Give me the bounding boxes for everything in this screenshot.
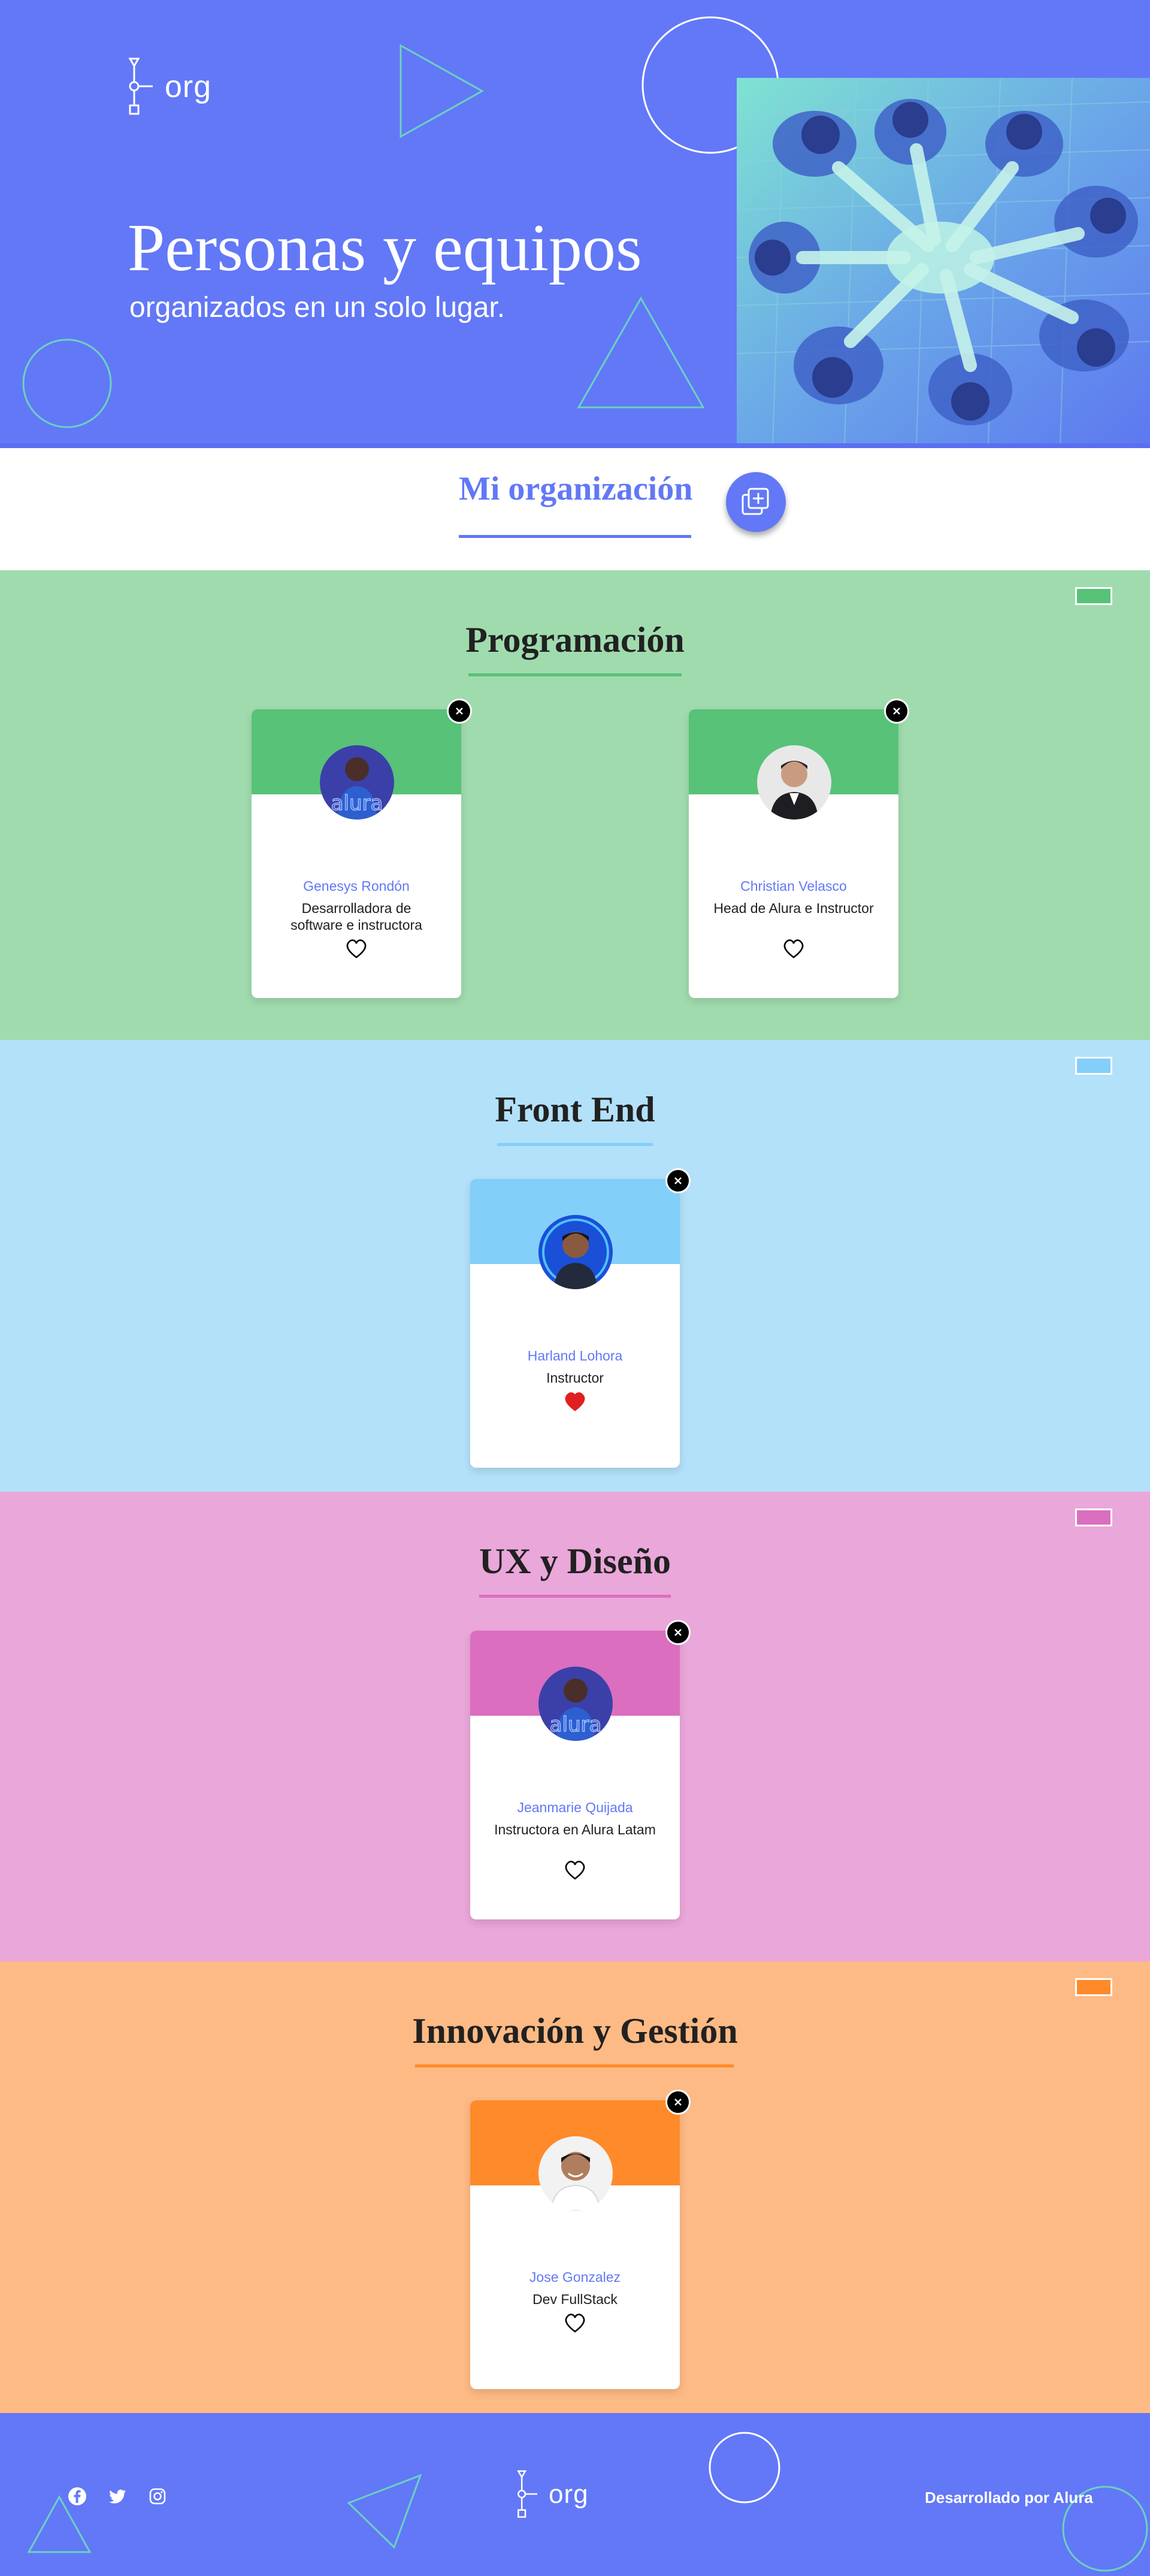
collaborator-name: Genesys Rondón <box>303 878 410 894</box>
person-photo: alura <box>538 1667 613 1741</box>
like-heart-outline-icon[interactable] <box>563 2311 587 2334</box>
collaborator-name: Jose Gonzalez <box>529 2269 621 2285</box>
person-photo <box>538 2136 613 2211</box>
collaborator-card: Harland Lohora Instructor <box>470 1168 691 1468</box>
add-stack-icon <box>742 488 769 515</box>
collaborator-role: Dev FullStack <box>532 2291 618 2307</box>
delete-collaborator-button[interactable] <box>447 699 472 724</box>
team-color-picker[interactable] <box>1075 1508 1112 1526</box>
team-hands-together-photo <box>737 78 1150 445</box>
team-color-picker[interactable] <box>1075 587 1112 605</box>
collaborator-role: Instructora en Alura Latam <box>494 1822 656 1837</box>
avatar <box>538 1215 613 1289</box>
logo-text: org <box>549 2480 589 2509</box>
org-chart-icon <box>517 2470 537 2518</box>
like-heart-outline-icon[interactable] <box>344 937 368 960</box>
my-organization-underline <box>459 535 691 538</box>
hero-title: Personas y equipos <box>128 211 642 285</box>
team-title-underline <box>415 2064 734 2067</box>
close-icon <box>893 708 900 715</box>
close-icon <box>456 708 463 715</box>
my-organization-section: Mi organización <box>0 448 1150 570</box>
footer: org Desarrollado por Alura <box>0 2413 1150 2576</box>
team-title: Front End <box>495 1090 655 1129</box>
logo-text: org <box>165 69 212 104</box>
delete-collaborator-button[interactable] <box>665 1168 691 1193</box>
svg-text:alura: alura <box>331 791 383 815</box>
my-organization-title: Mi organización <box>459 470 693 507</box>
like-heart-outline-icon[interactable] <box>563 1858 587 1881</box>
twitter-icon[interactable] <box>108 2487 127 2506</box>
collaborator-role: Instructor <box>546 1370 604 1386</box>
collaborator-role: Desarrolladora de software e instructora <box>290 900 422 933</box>
delete-collaborator-button[interactable] <box>665 1620 691 1645</box>
header-divider <box>0 443 1150 448</box>
close-icon <box>674 1177 682 1184</box>
team-title: UX y Diseño <box>479 1541 671 1581</box>
circle-outline-decoration <box>709 2432 780 2504</box>
team-section-front-end: Front End Harland Lohora Instructor <box>0 1040 1150 1510</box>
svg-text:alura: alura <box>550 1713 602 1737</box>
footer-credit: Desarrollado por Alura <box>925 2489 1093 2507</box>
collaborator-card: alura Genesys Rondón Desarrolladora de s… <box>252 699 472 998</box>
team-section-programacion: Programación alura Genesys Rondón Desarr… <box>0 570 1150 1040</box>
instagram-icon[interactable] <box>148 2487 167 2506</box>
avatar: alura <box>320 745 394 820</box>
like-heart-filled-icon[interactable] <box>563 1390 587 1413</box>
team-title: Innovación y Gestión <box>412 2011 738 2051</box>
team-title-underline <box>479 1595 671 1598</box>
triangle-outline-decoration <box>400 44 485 138</box>
triangle-outline-decoration <box>577 296 705 409</box>
delete-collaborator-button[interactable] <box>884 699 909 724</box>
person-photo <box>757 745 831 820</box>
footer-logo[interactable]: org <box>516 2470 589 2519</box>
team-title-underline <box>468 673 682 676</box>
close-icon <box>674 1629 682 1636</box>
person-photo: alura <box>320 745 394 820</box>
add-collaborator-button[interactable] <box>726 472 786 532</box>
person-photo <box>538 1215 613 1289</box>
like-heart-outline-icon[interactable] <box>782 937 806 960</box>
collaborator-name: Harland Lohora <box>527 1348 623 1363</box>
header-banner: org Personas y equipos organizados en un… <box>0 0 1150 448</box>
hero-subtitle: organizados en un solo lugar. <box>129 292 506 323</box>
team-section-ux-diseno: UX y Diseño alura Jeanmarie Quijada Inst… <box>0 1492 1150 1961</box>
team-section-innovacion-gestion: Innovación y Gestión Jose Gonzalez Dev F… <box>0 1961 1150 2431</box>
collaborator-card: Jose Gonzalez Dev FullStack <box>470 2090 691 2389</box>
collaborator-name: Christian Velasco <box>740 878 847 894</box>
collaborator-role: Head de Alura e Instructor <box>713 900 874 916</box>
header-logo[interactable]: org <box>128 58 211 116</box>
team-color-picker[interactable] <box>1075 1057 1112 1075</box>
collaborator-card: alura Jeanmarie Quijada Instructora en A… <box>470 1620 691 1919</box>
team-title: Programación <box>465 620 685 660</box>
org-chart-icon <box>128 58 153 115</box>
collaborator-card: Christian Velasco Head de Alura e Instru… <box>689 699 909 998</box>
team-title-underline <box>497 1143 653 1146</box>
avatar: alura <box>538 1667 613 1741</box>
collaborator-name: Jeanmarie Quijada <box>517 1800 633 1815</box>
circle-outline-decoration <box>22 338 112 428</box>
team-color-picker[interactable] <box>1075 1978 1112 1996</box>
avatar <box>538 2136 613 2211</box>
close-icon <box>674 2099 682 2106</box>
avatar <box>757 745 831 820</box>
facebook-icon[interactable] <box>68 2487 87 2506</box>
triangle-outline-decoration <box>347 2474 422 2549</box>
delete-collaborator-button[interactable] <box>665 2090 691 2115</box>
